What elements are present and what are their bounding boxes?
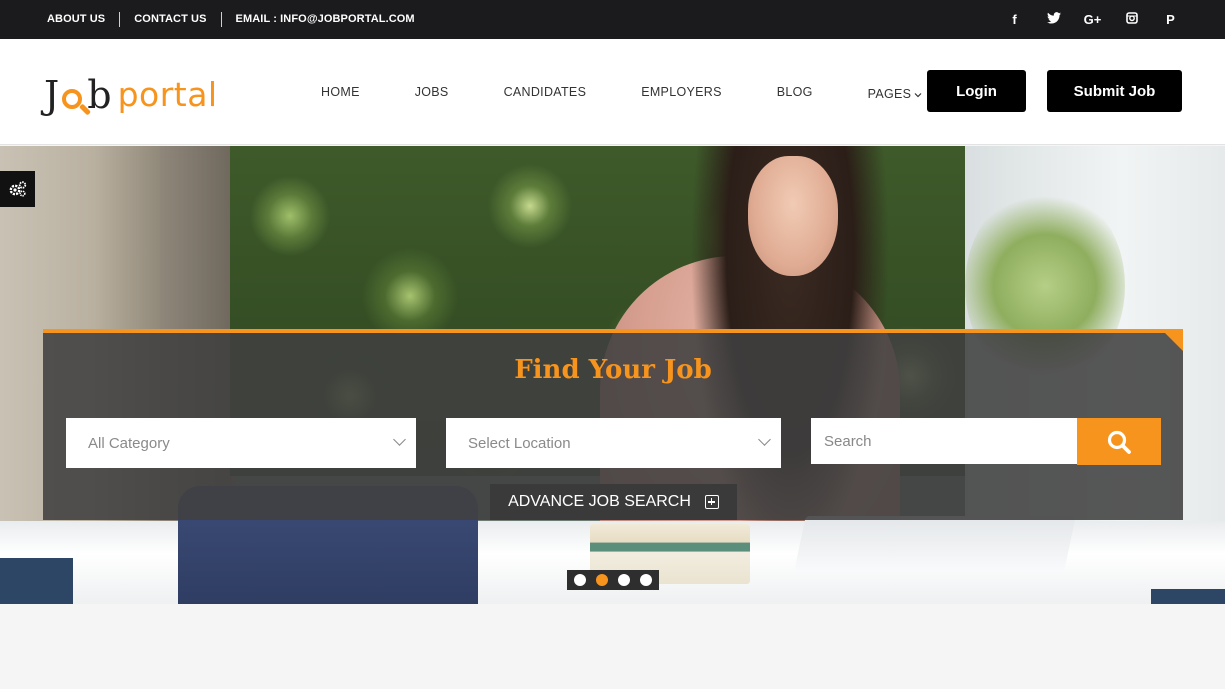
instagram-icon[interactable] bbox=[1112, 12, 1151, 27]
chevron-down-icon bbox=[914, 90, 922, 101]
search-button[interactable] bbox=[1077, 418, 1161, 465]
hero-decor-left bbox=[0, 558, 73, 604]
social-links: f G+ P bbox=[995, 0, 1190, 39]
settings-gear-icon[interactable] bbox=[0, 171, 35, 207]
search-input[interactable]: Search bbox=[811, 418, 1077, 464]
search-input-placeholder: Search bbox=[824, 432, 872, 450]
search-icon bbox=[1107, 430, 1131, 454]
slider-dot[interactable] bbox=[640, 574, 652, 586]
location-select[interactable]: Select Location bbox=[446, 418, 781, 468]
slider-pagination bbox=[567, 570, 659, 590]
advance-job-search-label: ADVANCE JOB SEARCH bbox=[508, 493, 691, 510]
pinterest-icon[interactable]: P bbox=[1151, 12, 1190, 27]
site-logo[interactable]: J b portal bbox=[44, 67, 218, 117]
main-nav: HOME JOBS CANDIDATES EMPLOYERS BLOG PAGE… bbox=[321, 39, 922, 145]
about-us-link[interactable]: ABOUT US bbox=[33, 12, 119, 27]
nav-candidates[interactable]: CANDIDATES bbox=[504, 85, 587, 99]
google-plus-icon[interactable]: G+ bbox=[1073, 12, 1112, 27]
hero-laptop bbox=[794, 516, 1076, 571]
site-header: J b portal HOME JOBS CANDIDATES EMPLOYER… bbox=[0, 39, 1225, 145]
facebook-icon[interactable]: f bbox=[995, 12, 1034, 27]
location-select-value: Select Location bbox=[468, 434, 571, 452]
nav-employers[interactable]: EMPLOYERS bbox=[641, 85, 722, 99]
logo-portal-text: portal bbox=[117, 75, 218, 114]
advance-job-search-button[interactable]: ADVANCE JOB SEARCH bbox=[490, 484, 737, 520]
nav-jobs[interactable]: JOBS bbox=[415, 85, 449, 99]
find-your-job-title: Find Your Job bbox=[514, 355, 712, 385]
slider-dot[interactable] bbox=[618, 574, 630, 586]
plus-square-icon bbox=[704, 495, 719, 509]
nav-home[interactable]: HOME bbox=[321, 85, 360, 99]
login-button[interactable]: Login bbox=[927, 70, 1026, 112]
hero-decor-right bbox=[1151, 589, 1225, 604]
slider-dot[interactable] bbox=[574, 574, 586, 586]
category-select[interactable]: All Category bbox=[66, 418, 416, 468]
nav-pages[interactable]: PAGES bbox=[868, 87, 923, 101]
logo-letter-j: J bbox=[44, 73, 60, 117]
top-bar: ABOUT US CONTACT US EMAIL : INFO@JOBPORT… bbox=[0, 0, 1225, 39]
slider-dot-active[interactable] bbox=[596, 574, 608, 586]
category-select-value: All Category bbox=[88, 434, 170, 452]
magnifier-logo-icon bbox=[59, 73, 92, 117]
submit-job-button[interactable]: Submit Job bbox=[1047, 70, 1182, 112]
nav-pages-label: PAGES bbox=[867, 87, 912, 101]
top-links: ABOUT US CONTACT US EMAIL : INFO@JOBPORT… bbox=[33, 0, 429, 39]
chevron-down-icon bbox=[393, 433, 406, 446]
hero-person-face bbox=[748, 156, 838, 276]
logo-letter-b: b bbox=[87, 73, 112, 117]
email-link[interactable]: EMAIL : INFO@JOBPORTAL.COM bbox=[220, 12, 429, 27]
panel-corner-accent bbox=[1165, 333, 1183, 351]
job-search-panel: Find Your Job All Category Select Locati… bbox=[43, 329, 1183, 520]
chevron-down-icon bbox=[758, 433, 771, 446]
contact-us-link[interactable]: CONTACT US bbox=[119, 12, 220, 27]
nav-blog[interactable]: BLOG bbox=[777, 85, 813, 99]
twitter-icon[interactable] bbox=[1034, 12, 1073, 27]
